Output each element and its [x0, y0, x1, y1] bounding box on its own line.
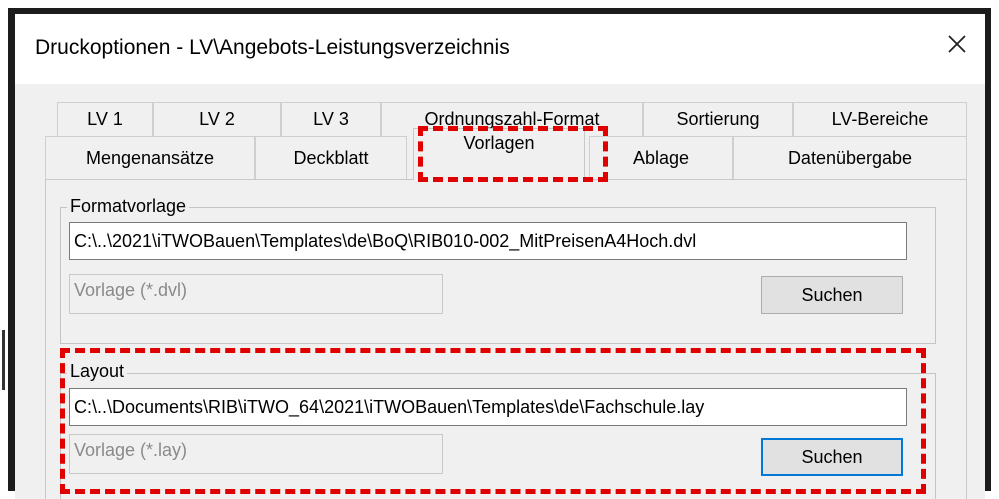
close-button[interactable] [929, 14, 985, 74]
layout-filter-field[interactable]: Vorlage (*.lay) [69, 434, 443, 474]
tab-mengenansaetze[interactable]: Mengenansätze [45, 136, 255, 180]
tab-ablage[interactable]: Ablage [589, 136, 733, 180]
tab-lv1[interactable]: LV 1 [57, 102, 153, 136]
tab-deckblatt[interactable]: Deckblatt [255, 136, 407, 180]
formatvorlage-label: Formatvorlage [67, 196, 190, 217]
print-options-dialog: Druckoptionen - LV\Angebots-Leistungsver… [15, 14, 985, 499]
formatvorlage-path-field[interactable]: C:\..\2021\iTWOBauen\Templates\de\BoQ\RI… [69, 222, 907, 260]
layout-path-field[interactable]: C:\..\Documents\RIB\iTWO_64\2021\iTWOBau… [69, 388, 907, 426]
title-bar: Druckoptionen - LV\Angebots-Leistungsver… [15, 14, 985, 84]
formatvorlage-search-button[interactable]: Suchen [761, 276, 903, 314]
layout-label: Layout [67, 361, 128, 382]
close-icon [948, 35, 966, 53]
layout-search-button[interactable]: Suchen [761, 438, 903, 476]
formatvorlage-filter-field[interactable]: Vorlage (*.dvl) [69, 274, 443, 314]
tab-lv3[interactable]: LV 3 [281, 102, 381, 136]
background-window-edge [2, 330, 5, 390]
window-title: Druckoptionen - LV\Angebots-Leistungsver… [35, 36, 510, 59]
tab-lv-bereiche[interactable]: LV-Bereiche [793, 102, 967, 136]
tab-vorlagen[interactable]: Vorlagen [413, 128, 585, 180]
tab-datenuebergabe[interactable]: Datenübergabe [733, 136, 967, 180]
tab-sortierung[interactable]: Sortierung [643, 102, 793, 136]
tab-lv2[interactable]: LV 2 [153, 102, 281, 136]
